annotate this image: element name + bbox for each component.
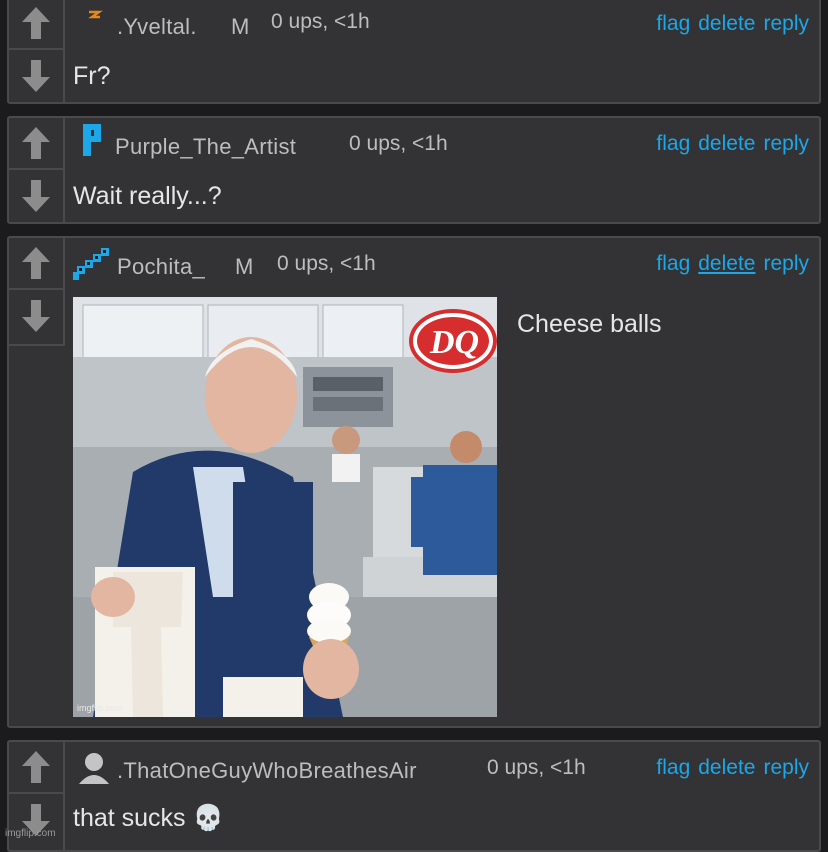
lightning-icon[interactable] [79,8,109,44]
username[interactable]: .ThatOneGuyWhoBreathesAir [117,758,417,784]
flag-link[interactable]: flag [656,12,690,35]
ice-cream-photo: DQ [73,297,497,717]
page-watermark: imgflip.com [5,828,56,839]
comment-text: Cheese balls [517,310,662,338]
delete-link[interactable]: delete [698,12,755,35]
upvote-arrow-icon [21,246,51,280]
comment: Purple_The_Artist 0 ups, <1h flag delete r… [7,116,821,224]
upvote-arrow-icon [21,750,51,784]
downvote-arrow-icon [21,299,51,333]
comment-text: that sucks 💀 [73,804,224,833]
username[interactable]: Pochita_ [117,254,205,280]
comment-actions: flag delete reply [648,252,809,276]
comment: Pochita_ M 0 ups, <1h flag delete reply DQ [7,236,821,728]
downvote-button[interactable] [9,290,63,342]
letter-p-icon[interactable] [79,122,109,158]
image-watermark: imgflip.com [77,703,123,713]
reply-link[interactable]: reply [763,252,809,275]
skull-emoji: 💀 [192,804,224,832]
comment: .ThatOneGuyWhoBreathesAir 0 ups, <1h fla… [7,740,821,852]
flag-link[interactable]: flag [656,132,690,155]
downvote-arrow-icon [21,179,51,213]
flag-link[interactable]: flag [656,756,690,779]
delete-link[interactable]: delete [698,756,755,779]
upvote-button[interactable] [9,742,63,794]
delete-link[interactable]: delete [698,132,755,155]
mod-badge: M [231,14,250,39]
vote-column [9,118,65,222]
reply-link[interactable]: reply [763,12,809,35]
comment-meta: 0 ups, <1h [277,252,376,275]
comment-meta: 0 ups, <1h [271,10,370,33]
username[interactable]: Purple_The_Artist [115,134,296,160]
default-user-icon[interactable] [79,750,109,786]
delete-link[interactable]: delete [698,252,755,275]
mod-badge: M [235,254,254,279]
upvote-arrow-icon [21,6,51,40]
upvote-arrow-icon [21,126,51,160]
pixel-diagonal-icon[interactable] [71,246,113,282]
downvote-button[interactable] [9,50,63,102]
reply-link[interactable]: reply [763,132,809,155]
comment: .Yveltal. M 0 ups, <1h flag delete reply F… [7,0,821,104]
upvote-button[interactable] [9,118,63,170]
upvote-button[interactable] [9,238,63,290]
comment-actions: flag delete reply [648,756,809,780]
upvote-button[interactable] [9,0,63,50]
flag-link[interactable]: flag [656,252,690,275]
downvote-button[interactable] [9,170,63,222]
comment-image[interactable]: DQ imgflip.com [73,297,497,717]
comment-text: Fr? [73,62,111,90]
comment-text: Wait really...? [73,182,222,210]
vote-column [9,238,65,346]
comment-text-content: that sucks [73,804,186,832]
reply-link[interactable]: reply [763,756,809,779]
comment-meta: 0 ups, <1h [487,756,586,779]
dq-sign-text: DQ [429,324,479,361]
comment-meta: 0 ups, <1h [349,132,448,155]
comment-actions: flag delete reply [648,132,809,156]
comment-actions: flag delete reply [648,12,809,36]
username[interactable]: .Yveltal. [117,14,197,40]
vote-column [9,0,65,102]
downvote-arrow-icon [21,59,51,93]
